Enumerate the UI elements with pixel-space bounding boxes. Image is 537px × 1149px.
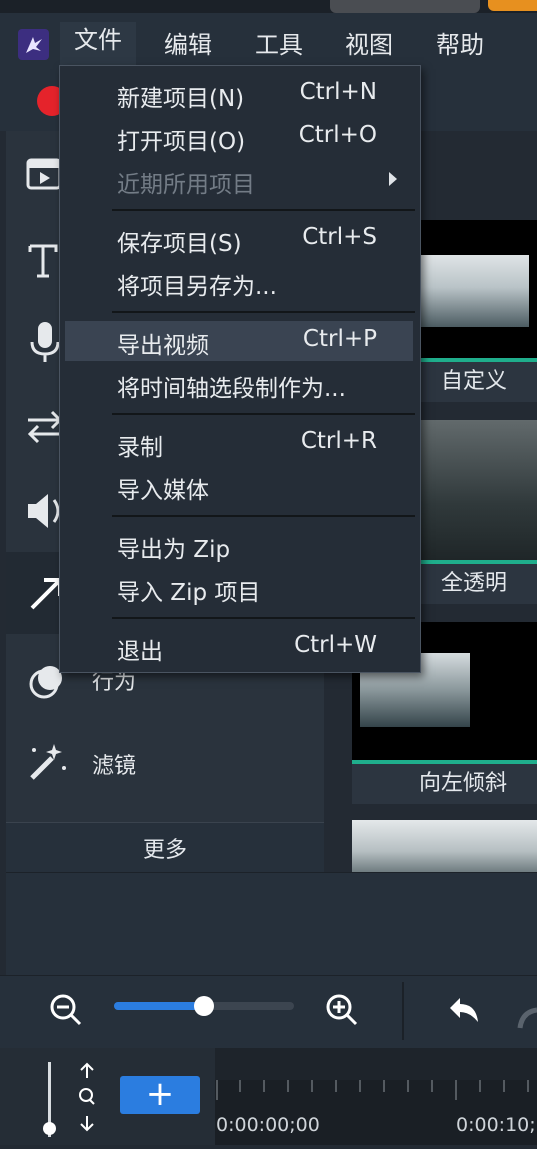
timecode-label: 0:00:00;00 [216,1114,320,1136]
preset-thumbnail[interactable] [352,820,537,872]
menu-edit[interactable]: 编辑 [150,27,226,67]
menu-separator [112,311,415,313]
menu-item-save-project[interactable]: 保存项目(S) Ctrl+S [65,219,413,257]
menu-separator [112,617,415,619]
menu-item-open-project[interactable]: 打开项目(O) Ctrl+O [65,117,413,155]
menu-separator [112,209,415,211]
zoom-in-icon[interactable] [324,992,360,1028]
add-track-button[interactable]: + [120,1076,200,1114]
track-zoom-icon[interactable] [74,1062,100,1132]
menu-file[interactable]: 文件 [60,22,136,66]
menu-separator [112,515,415,517]
toolbar-divider [402,982,404,1040]
more-label[interactable]: 更多 [6,832,324,864]
menu-help[interactable]: 帮助 [422,27,498,67]
menu-item-recent-projects[interactable]: 近期所用项目 [65,160,413,198]
menu-item-record[interactable]: 录制 Ctrl+R [65,423,413,461]
menu-item-export-zip[interactable]: 导出为 Zip [65,525,413,563]
menu-item-save-as[interactable]: 将项目另存为... [65,262,413,300]
menu-item-export-video[interactable]: 导出视频 Ctrl+P [65,321,413,361]
zoom-out-icon[interactable] [48,992,84,1028]
menu-item-import-media[interactable]: 导入媒体 [65,466,413,504]
app-logo [18,29,49,60]
menu-separator [112,413,415,415]
zoom-slider-handle[interactable] [194,996,214,1016]
sidebar-label-filters[interactable]: 滤镜 [92,748,136,780]
undo-icon[interactable] [446,994,484,1028]
track-height-handle[interactable] [43,1122,56,1135]
menu-item-exit[interactable]: 退出 Ctrl+W [65,627,413,665]
menu-tools[interactable]: 工具 [241,27,317,67]
top-accent-button[interactable] [488,0,537,11]
magic-wand-icon[interactable] [22,738,72,788]
file-menu-dropdown: 新建项目(N) Ctrl+N 打开项目(O) Ctrl+O 近期所用项目 保存项目(… [59,65,421,673]
zoom-slider-fill [114,1002,204,1010]
redo-icon[interactable] [516,1000,537,1030]
timecode-label: 0:00:10; [456,1114,536,1136]
menu-view[interactable]: 视图 [331,27,407,67]
menu-item-produce-selection[interactable]: 将时间轴选段制作为... [65,364,413,402]
top-thumbnail [330,0,480,13]
submenu-arrow-icon [389,172,397,186]
canvas-band [6,872,537,976]
menu-item-import-zip[interactable]: 导入 Zip 项目 [65,568,413,606]
preset-label[interactable]: 向左倾斜 [352,764,537,804]
menu-item-new-project[interactable]: 新建项目(N) Ctrl+N [65,74,413,112]
